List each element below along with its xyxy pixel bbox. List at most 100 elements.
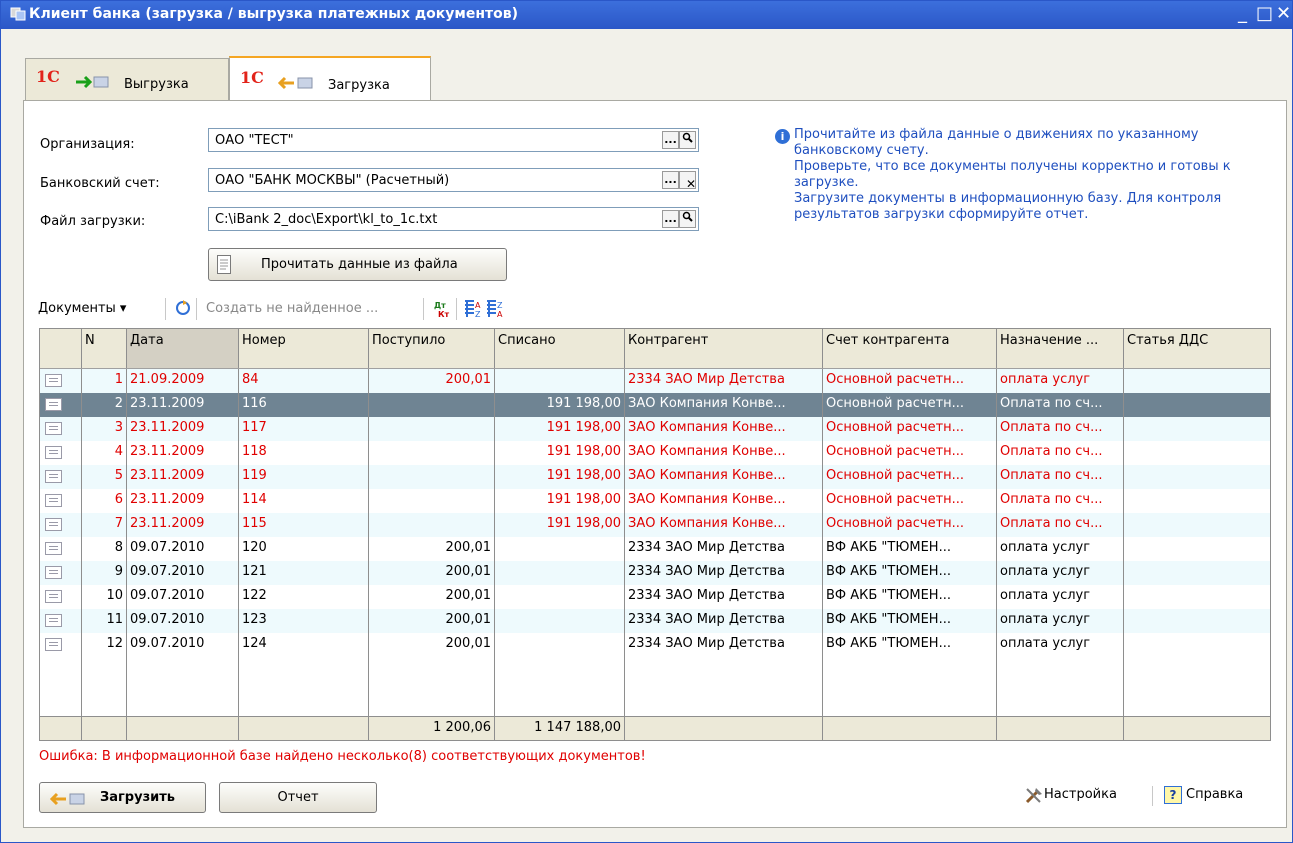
table-row[interactable]: 10 09.07.2010 122 200,01 2334 ЗАО Мир Детств… <box>40 585 1270 609</box>
header-date[interactable]: Дата <box>127 329 239 368</box>
cell-received <box>369 417 495 441</box>
table-row[interactable]: 1 21.09.2009 84 200,01 2334 ЗАО Мир Детства О… <box>40 369 1270 393</box>
cell-purpose: оплата услуг <box>997 609 1124 633</box>
header-icon-column <box>40 329 82 368</box>
cell-received: 200,01 <box>369 609 495 633</box>
account-field[interactable]: ОАО "БАНК МОСКВЫ" (Расчетный) ... ✕ <box>208 168 699 192</box>
file-field[interactable]: C:\iBank 2_doc\Export\kl_to_1c.txt ... <box>208 207 699 231</box>
cell-counterparty-account: Основной расчетн... <box>823 465 997 489</box>
info-panel: i Прочитайте из файла данные о движениях… <box>775 127 1274 223</box>
table-row[interactable]: 9 09.07.2010 121 200,01 2334 ЗАО Мир Детства… <box>40 561 1270 585</box>
svg-text:Дт: Дт <box>434 301 446 310</box>
settings-link[interactable]: Настройка <box>1044 787 1117 802</box>
sort-descending-icon[interactable]: ZA <box>487 299 505 319</box>
import-arrow-icon <box>278 76 313 90</box>
load-button[interactable]: Загрузить <box>39 782 206 813</box>
documents-toolbar: Документы ▾ Создать не найденное ... Дт К… <box>38 296 598 322</box>
cell-cash-flow-item <box>1124 537 1270 561</box>
report-button[interactable]: Отчет <box>219 782 377 813</box>
column-divider <box>238 657 239 716</box>
tab-import[interactable]: 1С Загрузка <box>229 56 431 101</box>
totals-empty-cell <box>823 717 997 740</box>
cell-written-off: 191 198,00 <box>495 417 625 441</box>
debit-credit-icon[interactable]: ДтКт <box>432 299 452 319</box>
cell-written-off: 191 198,00 <box>495 441 625 465</box>
org-field[interactable]: ОАО "ТЕСТ" ... <box>208 128 699 152</box>
cell-written-off <box>495 537 625 561</box>
account-clear-button[interactable]: ✕ <box>679 171 696 191</box>
table-row[interactable]: 11 09.07.2010 123 200,01 2334 ЗАО Мир Детств… <box>40 609 1270 633</box>
cell-date: 09.07.2010 <box>127 537 239 561</box>
row-icon-cell <box>40 585 82 609</box>
read-file-label: Прочитать данные из файла <box>261 257 458 272</box>
org-label: Организация: <box>40 137 135 152</box>
table-row[interactable]: 2 23.11.2009 116 191 198,00 ЗАО Компания Кон… <box>40 393 1270 417</box>
table-row[interactable]: 4 23.11.2009 118 191 198,00 ЗАО Компания Кон… <box>40 441 1270 465</box>
table-row[interactable]: 5 23.11.2009 119 191 198,00 ЗАО Компания Кон… <box>40 465 1270 489</box>
row-icon-cell <box>40 417 82 441</box>
header-purpose[interactable]: Назначение ... <box>997 329 1124 368</box>
documents-table: N Дата Номер Поступило Списано Контраген… <box>39 328 1271 741</box>
header-cash-flow-item[interactable]: Статья ДДС <box>1124 329 1270 368</box>
file-select-button[interactable]: ... <box>662 210 679 228</box>
cell-purpose: Оплата по сч... <box>997 489 1124 513</box>
file-open-button[interactable] <box>679 210 696 228</box>
account-label: Банковский счет: <box>40 176 160 191</box>
read-file-button[interactable]: Прочитать данные из файла <box>208 248 507 281</box>
cell-written-off <box>495 609 625 633</box>
cell-counterparty-account: Основной расчетн... <box>823 441 997 465</box>
row-icon-cell <box>40 369 82 393</box>
help-separator <box>1152 786 1153 806</box>
refresh-icon[interactable] <box>174 299 192 317</box>
cell-n: 6 <box>82 489 127 513</box>
cell-number: 117 <box>239 417 369 441</box>
table-row[interactable]: 12 09.07.2010 124 200,01 2334 ЗАО Мир Детств… <box>40 633 1270 657</box>
cell-number: 118 <box>239 441 369 465</box>
svg-text:Кт: Кт <box>438 310 450 319</box>
document-icon <box>217 255 231 274</box>
column-divider <box>624 657 625 716</box>
header-number[interactable]: Номер <box>239 329 369 368</box>
account-select-button[interactable]: ... <box>662 171 679 189</box>
header-counterparty-account[interactable]: Счет контрагента <box>823 329 997 368</box>
cell-purpose: Оплата по сч... <box>997 417 1124 441</box>
cell-written-off <box>495 585 625 609</box>
cell-date: 21.09.2009 <box>127 369 239 393</box>
tab-export[interactable]: 1С Выгрузка <box>25 58 229 100</box>
header-n[interactable]: N <box>82 329 127 368</box>
table-row[interactable]: 7 23.11.2009 115 191 198,00 ЗАО Компания Кон… <box>40 513 1270 537</box>
cell-received: 200,01 <box>369 537 495 561</box>
org-open-button[interactable] <box>679 131 696 149</box>
column-divider <box>1123 657 1124 716</box>
header-counterparty[interactable]: Контрагент <box>625 329 823 368</box>
file-label: Файл загрузки: <box>40 214 146 229</box>
column-divider <box>822 657 823 716</box>
row-icon-cell <box>40 441 82 465</box>
cell-n: 11 <box>82 609 127 633</box>
totals-number-cell <box>239 717 369 740</box>
maximize-button[interactable]: □ <box>1256 4 1273 24</box>
create-not-found-button[interactable]: Создать не найденное ... <box>206 301 378 316</box>
cell-date: 23.11.2009 <box>127 489 239 513</box>
info-icon: i <box>775 129 790 144</box>
org-select-button[interactable]: ... <box>662 131 679 149</box>
cell-counterparty: ЗАО Компания Конве... <box>625 465 823 489</box>
table-row[interactable]: 8 09.07.2010 120 200,01 2334 ЗАО Мир Детства… <box>40 537 1270 561</box>
table-row[interactable]: 6 23.11.2009 114 191 198,00 ЗАО Компания Кон… <box>40 489 1270 513</box>
documents-menu-button[interactable]: Документы ▾ <box>38 301 126 316</box>
row-icon-cell <box>40 561 82 585</box>
sort-ascending-icon[interactable]: AZ <box>465 299 483 319</box>
cell-counterparty: 2334 ЗАО Мир Детства <box>625 585 823 609</box>
cell-counterparty-account: Основной расчетн... <box>823 489 997 513</box>
title-bar[interactable]: Клиент банка (загрузка / выгрузка платеж… <box>1 1 1292 29</box>
close-button[interactable]: ✕ <box>1276 4 1291 24</box>
help-link[interactable]: Справка <box>1186 787 1243 802</box>
window-title: Клиент банка (загрузка / выгрузка платеж… <box>29 6 519 22</box>
cell-counterparty: ЗАО Компания Конве... <box>625 513 823 537</box>
minimize-button[interactable]: _ <box>1238 4 1247 24</box>
header-received[interactable]: Поступило <box>369 329 495 368</box>
header-written-off[interactable]: Списано <box>495 329 625 368</box>
table-row[interactable]: 3 23.11.2009 117 191 198,00 ЗАО Компания Кон… <box>40 417 1270 441</box>
cell-n: 7 <box>82 513 127 537</box>
cell-date: 09.07.2010 <box>127 633 239 657</box>
